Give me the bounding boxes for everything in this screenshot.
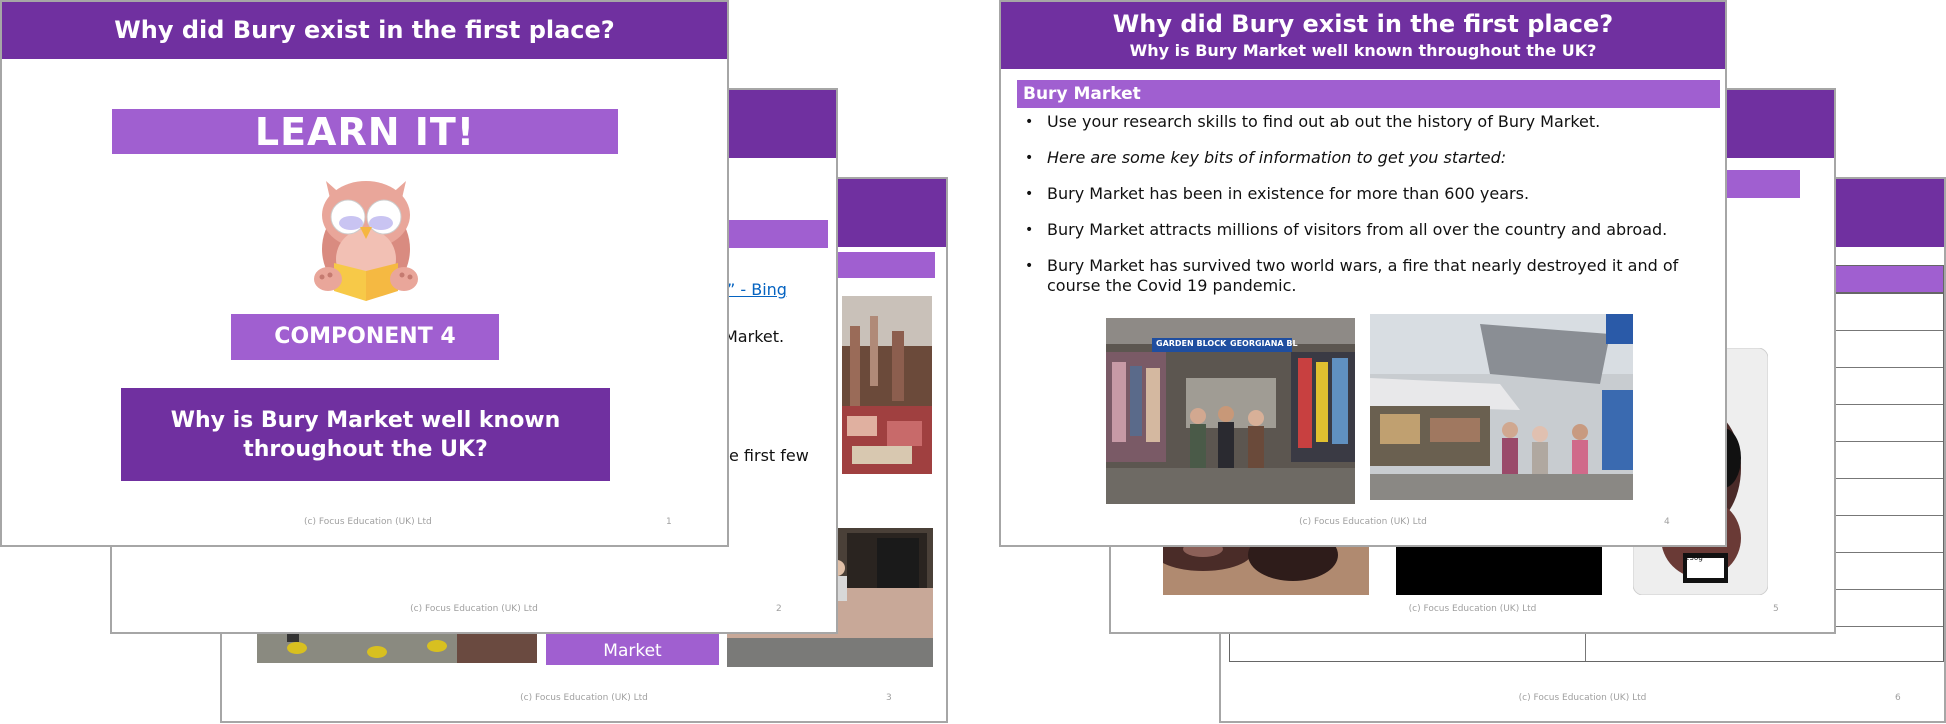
slide-5-photo-black-pudding (1163, 545, 1369, 595)
slide-6-page-number: 6 (1895, 693, 1901, 703)
slide-4-title: Why did Bury exist in the first place? (1112, 10, 1614, 38)
slide-4-page-number: 4 (1664, 517, 1670, 527)
slide-4-photo-indoor-market: GARDEN BLOCK GEORGIANA BL (1106, 318, 1355, 504)
slide-4-header: Why did Bury exist in the first place? W… (1001, 2, 1725, 69)
slide-1-page-number: 1 (666, 517, 672, 527)
bury-market-section-header: Bury Market (1017, 80, 1720, 108)
component-label: COMPONENT 4 (231, 314, 499, 360)
slide-1-title: Why did Bury exist in the first place? (114, 16, 615, 44)
photo-sign-garden-block: GARDEN BLOCK (1156, 339, 1227, 348)
slide-5-photo-dark (1396, 545, 1602, 595)
slide-1-header: Why did Bury exist in the first place? (2, 2, 727, 59)
slide-2-text-fragment-2: e first few (729, 446, 809, 465)
slide-2-text-fragment-1: Market. (724, 327, 785, 346)
slide-2-page-number: 2 (776, 604, 782, 614)
slide-4-footer: (c) Focus Education (UK) Ltd (1299, 517, 1427, 527)
bullet-item: Bury Market has been in existence for mo… (1021, 184, 1711, 204)
slide-1[interactable]: Why did Bury exist in the first place? L… (0, 0, 729, 547)
slide-3-photo-meat-stall (842, 296, 932, 474)
slide-2-bing-link[interactable]: ” - Bing (727, 280, 787, 299)
slide-4-photo-outdoor-market (1370, 314, 1633, 500)
slide-4-subtitle: Why is Bury Market well known throughout… (1129, 41, 1597, 60)
bullet-item: Use your research skills to find out ab … (1021, 112, 1711, 132)
slide-1-question: Why is Bury Market well known throughout… (121, 388, 610, 481)
slide-3-page-number: 3 (886, 693, 892, 703)
photo-sign-georgiana: GEORGIANA BL (1230, 339, 1298, 348)
slide-5-page-number: 5 (1773, 604, 1779, 614)
owl-reading-book-icon (304, 167, 428, 303)
bullet-item: Bury Market attracts millions of visitor… (1021, 220, 1711, 240)
bullet-item: Bury Market has survived two world wars,… (1021, 256, 1711, 296)
slide-4[interactable]: Why did Bury exist in the first place? W… (999, 0, 1727, 547)
slide-4-bullet-list: Use your research skills to find out ab … (1021, 112, 1711, 312)
slide-2-footer: (c) Focus Education (UK) Ltd (410, 604, 538, 614)
slide-6-footer: (c) Focus Education (UK) Ltd (1518, 693, 1647, 703)
slide-5-footer: (c) Focus Education (UK) Ltd (1408, 604, 1537, 614)
learn-it-banner: LEARN IT! (112, 109, 618, 154)
slide-1-footer: (c) Focus Education (UK) Ltd (304, 517, 432, 527)
slide-5-package-label: 230g (1685, 554, 1703, 562)
bullet-item: Here are some key bits of information to… (1021, 148, 1711, 168)
slide-3-footer: (c) Focus Education (UK) Ltd (520, 693, 648, 703)
